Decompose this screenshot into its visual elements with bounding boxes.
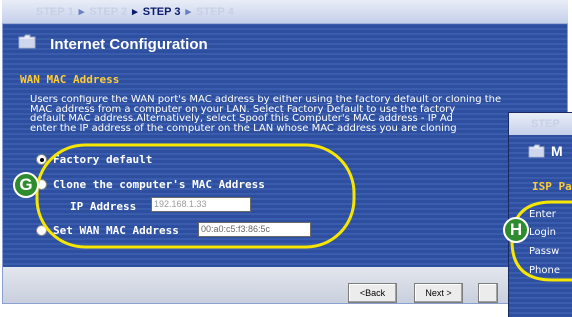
folder-icon: [18, 31, 36, 59]
option-set-wan-mac[interactable]: Set WAN MAC Address: [36, 224, 179, 237]
p2-row-password: Passw: [529, 246, 560, 257]
back-button[interactable]: <Back: [348, 283, 397, 303]
partial-button[interactable]: [478, 283, 498, 303]
p2-row-login: Login: [529, 227, 556, 238]
step-separator: ▸: [132, 6, 138, 18]
wan-mac-input[interactable]: 00:a0:c5:f3:86:5c: [198, 222, 311, 237]
step-4: STEP 4: [196, 6, 234, 18]
callout-h-badge: H: [503, 217, 529, 243]
section-title: WAN MAC Address: [20, 73, 120, 86]
set-wan-mac-label: Set WAN MAC Address: [53, 224, 179, 237]
page-title: Internet Configuration: [18, 31, 208, 59]
factory-default-radio[interactable]: [36, 154, 47, 165]
step-3-current: STEP 3: [142, 6, 181, 18]
step-separator: ▸: [185, 6, 192, 18]
step-separator: ▸: [78, 6, 85, 18]
ip-address-label: IP Address: [70, 200, 137, 213]
isp-parameters-panel: STEP M ISP Pa Enter Login Passw Phone: [508, 112, 572, 317]
clone-mac-label: Clone the computer's MAC Address: [53, 178, 265, 191]
wizard-steps: STEP 1 ▸ STEP 2 ▸ STEP 3 ▸ STEP 4: [2, 0, 568, 24]
set-wan-mac-radio[interactable]: [36, 225, 47, 236]
p2-title-text: M: [551, 143, 563, 159]
step-2: STEP 2: [89, 6, 128, 18]
ip-address-input[interactable]: 192.168.1.33: [151, 197, 251, 212]
description-line: enter the IP address of the computer on …: [30, 122, 457, 133]
p2-row-enter: Enter: [529, 209, 556, 220]
option-clone-mac[interactable]: Clone the computer's MAC Address: [36, 178, 265, 191]
description: Users configure the WAN port's MAC addre…: [30, 95, 570, 133]
folder-icon: [528, 144, 545, 158]
callout-g-badge: G: [13, 172, 39, 198]
step-1: STEP 1: [36, 6, 74, 18]
p2-section-title: ISP Pa: [532, 180, 572, 193]
p2-title: M: [528, 143, 563, 159]
factory-default-label: Factory default: [53, 153, 153, 166]
p2-row-phone: Phone: [529, 265, 560, 276]
next-button[interactable]: Next >: [414, 283, 463, 303]
option-factory-default[interactable]: Factory default: [36, 153, 152, 166]
page-title-text: Internet Configuration: [50, 36, 208, 53]
p2-steps: STEP: [509, 113, 572, 135]
